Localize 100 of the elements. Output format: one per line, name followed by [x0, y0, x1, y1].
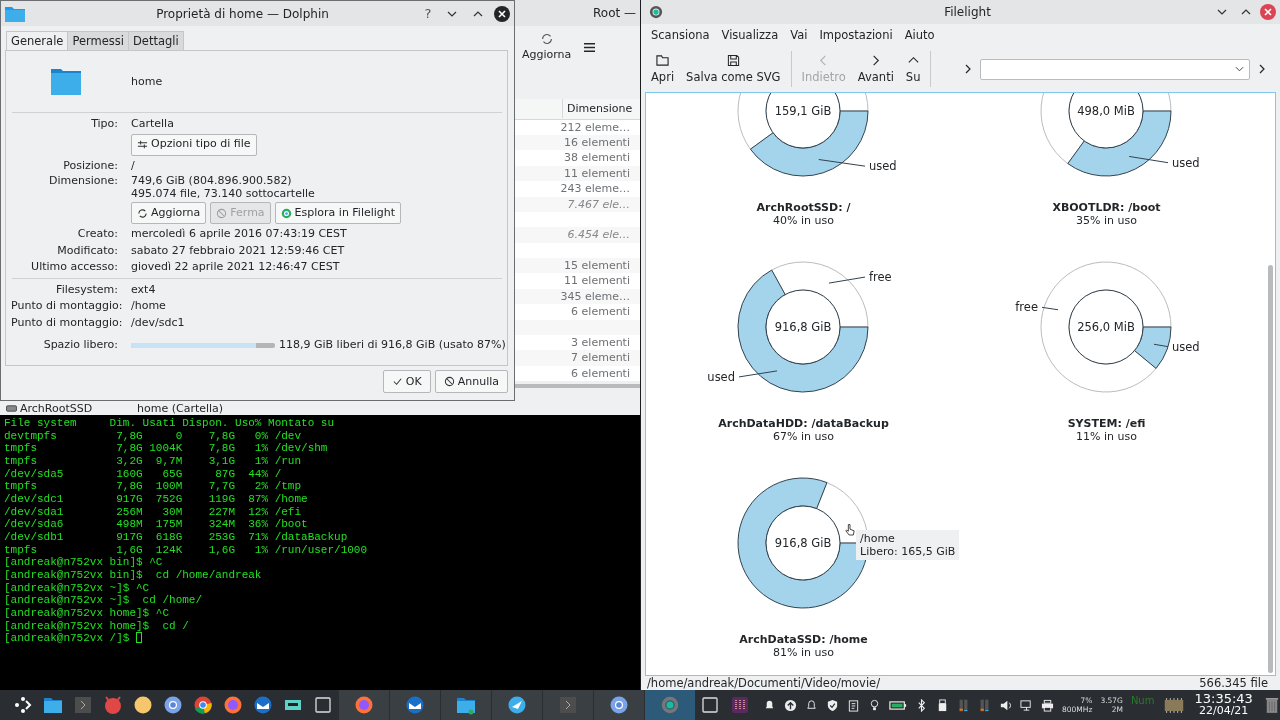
clipboard-icon[interactable]: [847, 698, 860, 712]
size-cell: 16 elementi: [564, 134, 630, 151]
numlock-indicator: Num: [1130, 695, 1155, 706]
menu-item[interactable]: Visualizza: [715, 28, 785, 42]
field-value: 749,6 GiB (804.896.900.582): [131, 175, 293, 188]
disk-name: SYSTEM: /efi: [1067, 417, 1146, 430]
size-cell: 11 elementi: [564, 165, 630, 182]
window-icon[interactable]: [700, 695, 720, 715]
trash-icon[interactable]: [1264, 696, 1279, 714]
segment-label: used: [707, 369, 735, 384]
field-label: Creato:: [76, 226, 118, 242]
size-cell: 7 elementi: [571, 350, 630, 366]
push-button[interactable]: Opzioni tipo di file: [131, 133, 257, 156]
folder-icon[interactable]: [43, 695, 63, 715]
printer-icon[interactable]: [1041, 698, 1054, 712]
toolbar-button[interactable]: Salva come SVG: [680, 54, 787, 84]
clock[interactable]: 13:35:43 22/04/21: [1194, 693, 1253, 717]
globe-icon[interactable]: [193, 695, 213, 715]
globe-icon: [609, 695, 629, 715]
task-button[interactable]: [441, 690, 491, 720]
equalizer-icon[interactable]: [730, 695, 750, 715]
window-icon[interactable]: [313, 695, 333, 715]
size-cell: 6 elementi: [571, 304, 630, 320]
segment-label: free: [1015, 300, 1038, 315]
used-segment[interactable]: [1134, 326, 1172, 369]
network-icon[interactable]: [1020, 698, 1033, 712]
disk-size: 498,0 MiB: [1077, 104, 1135, 118]
drive-icon: [6, 403, 17, 413]
dialog-button[interactable]: Annulla: [434, 370, 508, 393]
bell-icon[interactable]: [805, 698, 818, 712]
file-name: home: [131, 75, 163, 88]
battery-icon[interactable]: [889, 698, 907, 712]
fox-icon[interactable]: [223, 695, 243, 715]
disk-size: 159,1 GiB: [774, 104, 832, 118]
place-item[interactable]: ArchRootSSD: [20, 401, 137, 415]
help-button[interactable]: ?: [420, 6, 436, 21]
toolbar-button[interactable]: Apri: [645, 54, 681, 84]
push-button[interactable]: Esplora in Filelight: [274, 202, 402, 224]
shield-icon[interactable]: [826, 698, 839, 712]
free-segment[interactable]: [1040, 261, 1172, 393]
window-title: Proprietà di home — Dolphin: [155, 6, 330, 21]
tab[interactable]: Dettagli: [128, 31, 184, 50]
disk-name: ArchRootSSD: /: [756, 201, 851, 214]
tab[interactable]: Permessi: [67, 31, 129, 50]
field-value: /: [131, 157, 136, 174]
disk-name: XBOOTLDR: /boot: [1052, 201, 1161, 214]
toolbar-button[interactable]: Avanti: [851, 54, 900, 84]
devil-icon[interactable]: [103, 695, 123, 715]
terminal-line: tmpfs 1,6G 124K 1,6G 1% /run/user/1000: [4, 543, 369, 557]
leader-line: [818, 159, 866, 167]
globe-icon[interactable]: [163, 695, 183, 715]
cancel-icon: [443, 376, 455, 387]
terminal-line: [andreak@n752vx ~]$ cd /home/: [4, 594, 204, 607]
launcher-icon[interactable]: [13, 695, 33, 715]
size-cell: 11 elementi: [564, 273, 630, 289]
disk-size: 256,0 MiB: [1077, 320, 1135, 334]
field-label: Posizione:: [62, 157, 118, 174]
refresh-button[interactable]: Aggiorna: [520, 31, 574, 61]
scrollbar-thumb[interactable]: [1268, 265, 1273, 673]
task-button[interactable]: [594, 690, 644, 720]
field-value: Cartella: [131, 116, 175, 132]
menu-item[interactable]: Aiuto: [898, 28, 941, 42]
meter-icon[interactable]: [978, 698, 991, 712]
field-value: sabato 27 febbraio 2021 12:59:46 CET: [131, 242, 346, 259]
leader-line: [738, 370, 778, 378]
toolbar-button[interactable]: Su: [899, 54, 927, 84]
size-cell: 243 eleme…: [560, 181, 630, 197]
usb-drive-icon[interactable]: [936, 698, 949, 712]
dialog-button[interactable]: OK: [382, 370, 431, 393]
disk-usage: 67% in uso: [773, 430, 834, 443]
upload-icon[interactable]: [784, 698, 797, 712]
menu-item[interactable]: Scansiona: [645, 28, 716, 42]
bulb-icon[interactable]: [868, 698, 881, 712]
ring-icon: [660, 695, 680, 715]
check-icon: [391, 376, 403, 387]
ring-icon: [649, 5, 663, 19]
folder-icon: [656, 54, 670, 67]
task-button[interactable]: [390, 690, 440, 720]
status-path: /home/andreak/Documenti/Video/movie/: [647, 676, 881, 690]
menu-item[interactable]: Impostazioni: [813, 28, 899, 42]
menu-item[interactable]: Vai: [784, 28, 814, 42]
push-button[interactable]: Aggiorna: [131, 202, 207, 224]
leader-line: [1153, 343, 1169, 348]
field-value: /dev/sdc1: [131, 314, 186, 331]
field-label: Filesystem:: [55, 281, 118, 298]
speaker-icon[interactable]: [999, 698, 1012, 712]
menu-icon[interactable]: [583, 41, 597, 53]
meter-icon[interactable]: [957, 698, 970, 712]
terminal-line: File system Dim. Usati Dispon. Uso% Montato su: [4, 417, 336, 430]
size-cell: 15 elementi: [564, 258, 630, 274]
disk-size: 916,8 GiB: [774, 320, 832, 334]
terminal-icon: [558, 695, 578, 715]
sliders-icon: [137, 139, 148, 150]
field-label: Ultimo accesso:: [30, 259, 118, 275]
used-segment[interactable]: [737, 269, 869, 393]
task-button[interactable]: [492, 690, 542, 720]
tab[interactable]: Generale: [6, 31, 69, 50]
close-icon[interactable]: [494, 5, 510, 22]
mail-icon[interactable]: [253, 695, 273, 715]
terminal-line: /dev/sda5 160G 65G 87G 44% /: [4, 467, 283, 481]
